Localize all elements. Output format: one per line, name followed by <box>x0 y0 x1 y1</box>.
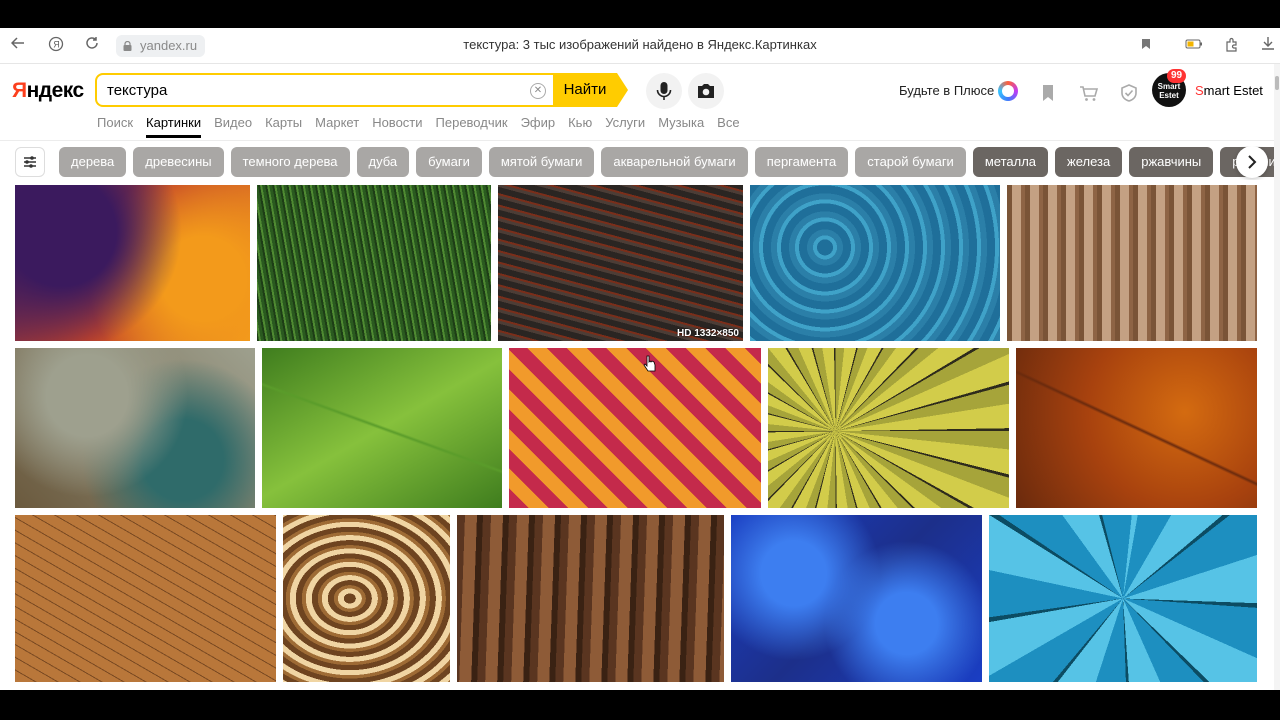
scrollbar[interactable] <box>1274 64 1280 690</box>
shield-icon[interactable] <box>1119 83 1139 103</box>
related-query-chip[interactable]: ржавчины <box>1129 147 1214 177</box>
service-tab[interactable]: Переводчик <box>436 115 508 135</box>
screen-bottom-bar <box>0 690 1280 720</box>
swirl-texture-thumbnail[interactable] <box>283 515 450 682</box>
battery-icon[interactable] <box>1184 36 1204 56</box>
notification-badge: 99 <box>1167 69 1187 83</box>
related-queries-list: дерева древесины темного дерева дуба бумаги м… <box>59 147 1280 177</box>
related-query-chip[interactable]: мятой бумаги <box>488 147 595 177</box>
search-input[interactable] <box>107 79 527 101</box>
related-query-chip[interactable]: пергамента <box>754 147 849 177</box>
camera-icon <box>698 84 714 98</box>
chevron-right-icon <box>1248 155 1257 169</box>
autumn-leaf-texture-thumbnail[interactable] <box>1016 348 1257 508</box>
username[interactable]: Smart Estet <box>1195 83 1263 98</box>
related-query-chip[interactable]: темного дерева <box>230 147 350 177</box>
cracked-blue-texture-thumbnail[interactable] <box>989 515 1257 682</box>
related-query-chip[interactable]: старой бумаги <box>855 147 966 177</box>
logo-rest: ндекс <box>26 79 85 102</box>
yandex-images-page: Яндекс ✕ Найти Будьте в Плюсе Smart Este… <box>0 64 1280 690</box>
search-button-arrow <box>617 73 628 107</box>
related-query-chip[interactable]: древесины <box>133 147 224 177</box>
search-form: ✕ Найти <box>95 73 630 107</box>
services-nav: Поиск Картинки Видео Карты Маркет Новости Пере… <box>97 115 753 138</box>
microphone-icon <box>656 82 672 100</box>
service-tab[interactable]: Карты <box>265 115 302 135</box>
username-rest: mart Estet <box>1203 83 1263 98</box>
lock-icon <box>123 41 132 51</box>
service-tab[interactable]: Картинки <box>146 115 202 138</box>
chips-next-button[interactable] <box>1236 146 1268 178</box>
search-field[interactable]: ✕ <box>95 73 555 107</box>
leaf-texture-thumbnail[interactable] <box>262 348 502 508</box>
mouse-cursor-icon <box>643 355 656 372</box>
plus-link[interactable]: Будьте в Плюсе <box>899 83 994 98</box>
svg-text:Я: Я <box>53 40 60 50</box>
service-tab[interactable]: Музыка <box>658 115 704 135</box>
weave-texture-thumbnail[interactable] <box>509 348 761 508</box>
service-tab[interactable]: Услуги <box>605 115 645 135</box>
address-text: yandex.ru <box>140 38 198 53</box>
grass-texture-thumbnail[interactable] <box>257 185 491 341</box>
nav-divider <box>0 140 1280 141</box>
related-query-chip[interactable]: железа <box>1055 147 1123 177</box>
cracked-earth-texture-thumbnail[interactable] <box>15 515 276 682</box>
service-tab[interactable]: Видео <box>214 115 252 135</box>
address-bar[interactable]: yandex.ru <box>116 35 206 57</box>
back-icon[interactable] <box>8 36 28 56</box>
tree-bark-texture-thumbnail[interactable] <box>457 515 724 682</box>
bookmark-icon[interactable] <box>1136 36 1156 56</box>
service-tab[interactable]: Поиск <box>97 115 133 135</box>
cosmic-texture-thumbnail[interactable] <box>15 185 250 341</box>
service-tab[interactable]: Кью <box>568 115 592 135</box>
service-tab[interactable]: Все <box>717 115 739 135</box>
cart-icon[interactable] <box>1079 83 1099 103</box>
hd-resolution-badge: HD 1332×850 <box>677 328 739 339</box>
tree-ring-texture-thumbnail[interactable] <box>768 348 1009 508</box>
extensions-icon[interactable] <box>1222 36 1242 56</box>
related-query-chip[interactable]: акварельной бумаги <box>601 147 748 177</box>
yandex-logo[interactable]: Яндекс <box>12 79 84 103</box>
username-first-letter: S <box>1195 83 1204 98</box>
water-texture-thumbnail[interactable] <box>750 185 1000 341</box>
service-tab[interactable]: Эфир <box>521 115 556 135</box>
related-query-chip[interactable]: металла <box>972 147 1049 177</box>
browser-toolbar: Я yandex.ru текстура: 3 тыс изображений … <box>0 28 1280 64</box>
service-tab[interactable]: Новости <box>372 115 422 135</box>
related-query-chip[interactable]: дуба <box>356 147 410 177</box>
voice-search-button[interactable] <box>646 73 682 109</box>
grunge-texture-thumbnail[interactable] <box>15 348 255 508</box>
collections-icon[interactable] <box>1038 83 1058 103</box>
download-icon[interactable] <box>1258 36 1278 56</box>
plus-logo-icon[interactable] <box>998 81 1018 101</box>
bark-texture-thumbnail[interactable]: HD 1332×850 <box>498 185 743 341</box>
related-query-chip[interactable]: дерева <box>59 147 127 177</box>
related-queries-bar: дерева древесины темного дерева дуба бумаги м… <box>0 146 1280 180</box>
filters-button[interactable] <box>15 147 45 177</box>
blue-paint-texture-thumbnail[interactable] <box>731 515 982 682</box>
reload-icon[interactable] <box>82 36 102 56</box>
clear-search-icon[interactable]: ✕ <box>530 83 546 99</box>
image-search-button[interactable] <box>688 73 724 109</box>
related-query-chip[interactable]: бумаги <box>416 147 482 177</box>
filters-icon <box>24 156 36 168</box>
scrollbar-thumb[interactable] <box>1275 76 1279 90</box>
logo-first-letter: Я <box>12 79 27 102</box>
yandex-browser-icon[interactable]: Я <box>46 36 66 56</box>
search-button[interactable]: Найти <box>553 73 617 107</box>
screen-top-bar <box>0 0 1280 28</box>
wood-texture-thumbnail[interactable] <box>1007 185 1257 341</box>
service-tab[interactable]: Маркет <box>315 115 359 135</box>
